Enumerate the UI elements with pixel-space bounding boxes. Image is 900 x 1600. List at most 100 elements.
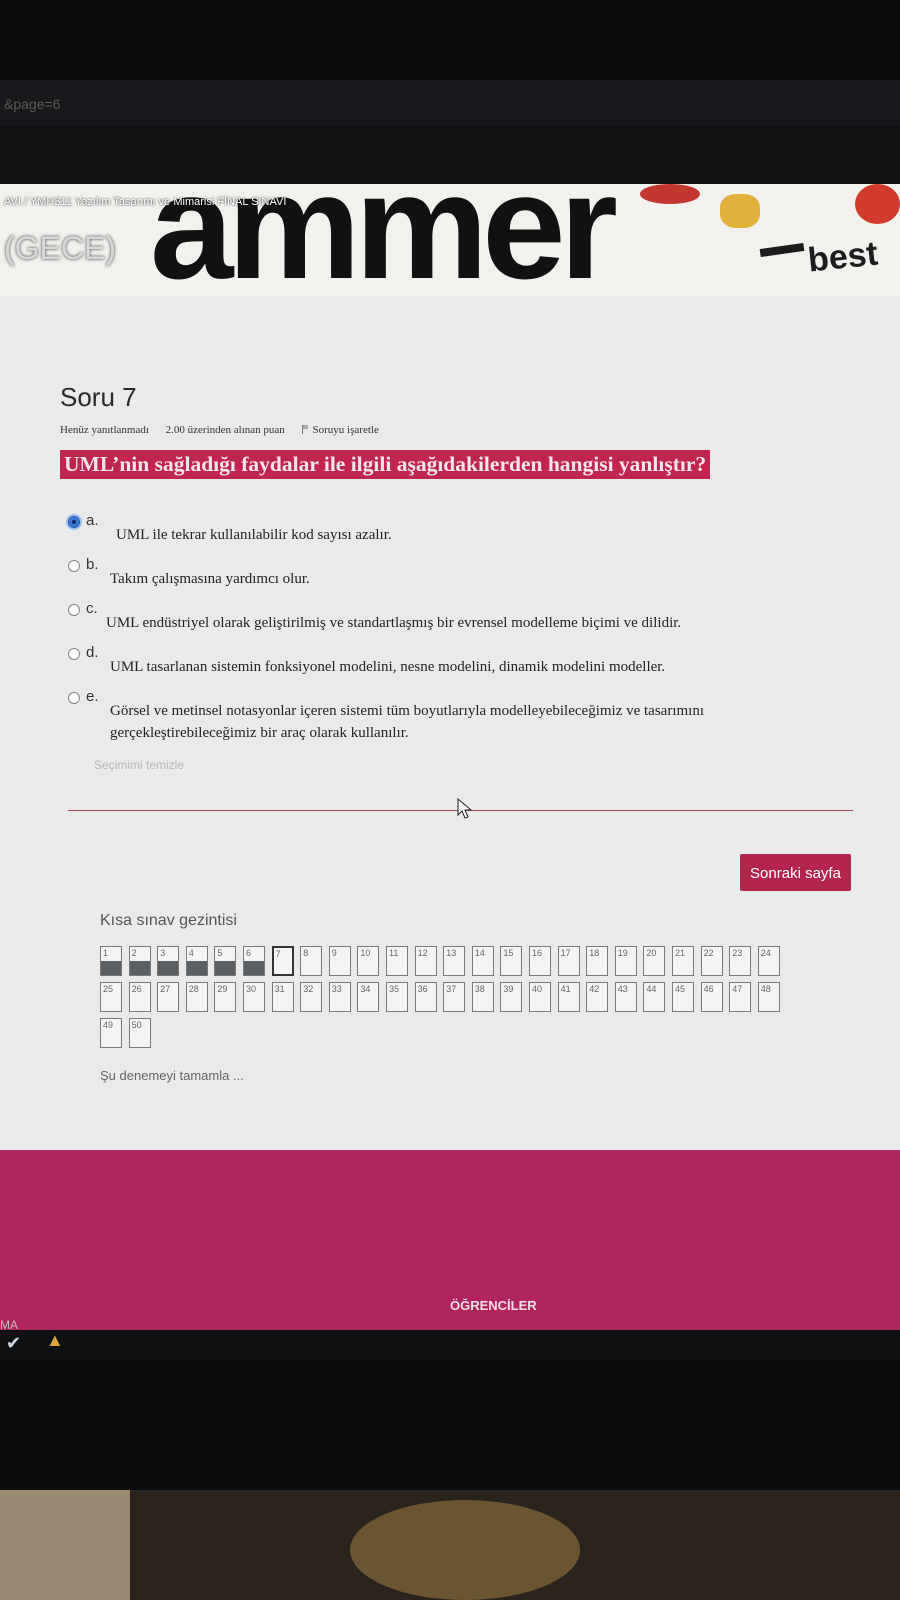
footer-link[interactable]: ÖĞRENCİLER bbox=[450, 1298, 537, 1313]
warning-icon[interactable]: ▲ bbox=[46, 1330, 64, 1351]
course-title: (GECE) bbox=[4, 230, 116, 266]
quiz-nav-number: 20 bbox=[646, 948, 657, 958]
quiz-nav-button-15[interactable]: 15 bbox=[500, 946, 523, 976]
checkmark-icon[interactable]: ✔ bbox=[6, 1333, 21, 1354]
quiz-nav-button-9[interactable]: 9 bbox=[328, 946, 351, 976]
quiz-nav-number: 50 bbox=[131, 1020, 142, 1030]
quiz-nav-button-3[interactable]: 3 bbox=[157, 946, 180, 976]
quiz-nav-button-34[interactable]: 34 bbox=[357, 982, 380, 1012]
quiz-nav-button-41[interactable]: 41 bbox=[557, 982, 580, 1012]
banner-decoration bbox=[855, 184, 900, 224]
breadcrumb[interactable]: AVI / YMH311 Yazılım Tasarımı ve Mimaris… bbox=[4, 196, 286, 208]
quiz-nav-number: 11 bbox=[389, 948, 399, 958]
question-text: UML’nin sağladığı faydalar ile ilgili aş… bbox=[60, 450, 711, 479]
quiz-nav-button-32[interactable]: 32 bbox=[300, 982, 323, 1012]
quiz-nav-button-27[interactable]: 27 bbox=[157, 982, 180, 1012]
answer-option-b[interactable]: b. Takım çalışmasına yardımcı olur. bbox=[66, 556, 886, 602]
quiz-nav-button-33[interactable]: 33 bbox=[328, 982, 351, 1012]
quiz-nav-number: 2 bbox=[131, 948, 137, 958]
quiz-nav-number: 28 bbox=[188, 984, 199, 994]
quiz-nav-button-43[interactable]: 43 bbox=[614, 982, 637, 1012]
quiz-nav-button-5[interactable]: 5 bbox=[214, 946, 237, 976]
flag-question-link[interactable]: Soruyu işaretle bbox=[301, 424, 393, 436]
quiz-nav-button-7[interactable]: 7 bbox=[271, 946, 294, 976]
quiz-nav-button-23[interactable]: 23 bbox=[729, 946, 752, 976]
question-info: Henüz yanıtlanmadı 2.00 üzerinden alınan… bbox=[60, 424, 407, 436]
quiz-nav-number: 26 bbox=[131, 984, 142, 994]
quiz-nav-button-37[interactable]: 37 bbox=[443, 982, 466, 1012]
quiz-nav-button-1[interactable]: 1 bbox=[100, 946, 122, 976]
quiz-nav-button-35[interactable]: 35 bbox=[386, 982, 408, 1012]
quiz-nav-button-24[interactable]: 24 bbox=[757, 946, 780, 976]
radio-b[interactable] bbox=[68, 560, 80, 572]
answer-option-a[interactable]: a. UML ile tekrar kullanılabilir kod say… bbox=[66, 512, 886, 558]
quiz-nav-number: 6 bbox=[246, 948, 252, 958]
quiz-nav-button-10[interactable]: 10 bbox=[357, 946, 380, 976]
quiz-nav-button-8[interactable]: 8 bbox=[300, 946, 323, 976]
answer-text: UML tasarlanan sistemin fonksiyonel mode… bbox=[110, 659, 666, 675]
answer-option-c[interactable]: c. UML endüstriyel olarak geliştirilmiş … bbox=[66, 600, 886, 646]
quiz-nav-number: 1 bbox=[103, 948, 109, 958]
quiz-nav-button-36[interactable]: 36 bbox=[414, 982, 437, 1012]
quiz-nav-button-42[interactable]: 42 bbox=[586, 982, 609, 1012]
taskbar: ✔ ▲ bbox=[0, 1330, 900, 1360]
clear-choice-link[interactable]: Seçimimi temizle bbox=[94, 758, 184, 772]
quiz-nav-button-21[interactable]: 21 bbox=[672, 946, 694, 976]
quiz-nav-button-28[interactable]: 28 bbox=[185, 982, 208, 1012]
flag-icon bbox=[301, 425, 309, 434]
browser-chrome bbox=[0, 126, 900, 184]
quiz-nav-button-48[interactable]: 48 bbox=[757, 982, 780, 1012]
quiz-nav-button-19[interactable]: 19 bbox=[614, 946, 637, 976]
quiz-nav-button-29[interactable]: 29 bbox=[214, 982, 237, 1012]
quiz-nav-button-40[interactable]: 40 bbox=[529, 982, 551, 1012]
quiz-nav-number: 35 bbox=[389, 984, 400, 994]
page-footer: ÖĞRENCİLER bbox=[0, 1150, 900, 1330]
quiz-nav-button-44[interactable]: 44 bbox=[643, 982, 666, 1012]
question-title: Soru 7 bbox=[60, 382, 137, 412]
quiz-nav-button-38[interactable]: 38 bbox=[471, 982, 494, 1012]
quiz-nav-button-16[interactable]: 16 bbox=[529, 946, 551, 976]
quiz-nav-button-12[interactable]: 12 bbox=[414, 946, 437, 976]
quiz-nav-button-50[interactable]: 50 bbox=[128, 1018, 151, 1048]
quiz-nav-button-47[interactable]: 47 bbox=[729, 982, 752, 1012]
quiz-nav-number: 8 bbox=[303, 948, 309, 958]
radio-c[interactable] bbox=[68, 604, 80, 616]
answer-letter: b. bbox=[86, 556, 99, 573]
quiz-nav-button-49[interactable]: 49 bbox=[100, 1018, 122, 1048]
answer-option-d[interactable]: d. UML tasarlanan sistemin fonksiyonel m… bbox=[66, 644, 886, 690]
quiz-nav-button-14[interactable]: 14 bbox=[471, 946, 494, 976]
quiz-nav-button-26[interactable]: 26 bbox=[128, 982, 151, 1012]
quiz-nav-button-17[interactable]: 17 bbox=[557, 946, 580, 976]
quiz-nav-button-11[interactable]: 11 bbox=[386, 946, 408, 976]
radio-e[interactable] bbox=[68, 692, 80, 704]
quiz-nav-number: 36 bbox=[417, 984, 428, 994]
quiz-nav-number: 37 bbox=[446, 984, 457, 994]
quiz-nav-number: 5 bbox=[217, 948, 223, 958]
monitor-bezel bbox=[0, 0, 900, 80]
flag-question-label: Soruyu işaretle bbox=[312, 424, 379, 436]
quiz-nav-button-2[interactable]: 2 bbox=[128, 946, 151, 976]
quiz-nav-button-46[interactable]: 46 bbox=[700, 982, 723, 1012]
quiz-nav-button-22[interactable]: 22 bbox=[700, 946, 723, 976]
quiz-nav-button-39[interactable]: 39 bbox=[500, 982, 523, 1012]
answer-option-e[interactable]: e. Görsel ve metinsel notasyonlar içeren… bbox=[66, 688, 886, 756]
radio-d[interactable] bbox=[68, 648, 80, 660]
quiz-nav-button-18[interactable]: 18 bbox=[586, 946, 609, 976]
course-banner: ammer best AVI / YMH311 Yazılım Tasarımı… bbox=[0, 184, 900, 296]
quiz-nav-button-20[interactable]: 20 bbox=[643, 946, 666, 976]
quiz-nav-button-30[interactable]: 30 bbox=[243, 982, 265, 1012]
quiz-nav-button-6[interactable]: 6 bbox=[243, 946, 265, 976]
quiz-nav-button-4[interactable]: 4 bbox=[185, 946, 208, 976]
quiz-nav-button-13[interactable]: 13 bbox=[443, 946, 466, 976]
banner-word-best: best bbox=[806, 234, 880, 280]
quiz-nav-button-45[interactable]: 45 bbox=[672, 982, 694, 1012]
next-page-button[interactable]: Sonraki sayfa bbox=[740, 854, 851, 891]
radio-a[interactable] bbox=[68, 516, 80, 528]
quiz-nav-number: 29 bbox=[217, 984, 228, 994]
banner-decoration bbox=[640, 184, 700, 204]
finish-attempt-link[interactable]: Şu denemeyi tamamla ... bbox=[100, 1068, 244, 1083]
quiz-nav-button-31[interactable]: 31 bbox=[271, 982, 294, 1012]
address-bar[interactable]: &page=6 bbox=[0, 80, 900, 126]
quiz-nav-button-25[interactable]: 25 bbox=[100, 982, 122, 1012]
quiz-nav-number: 23 bbox=[732, 948, 743, 958]
